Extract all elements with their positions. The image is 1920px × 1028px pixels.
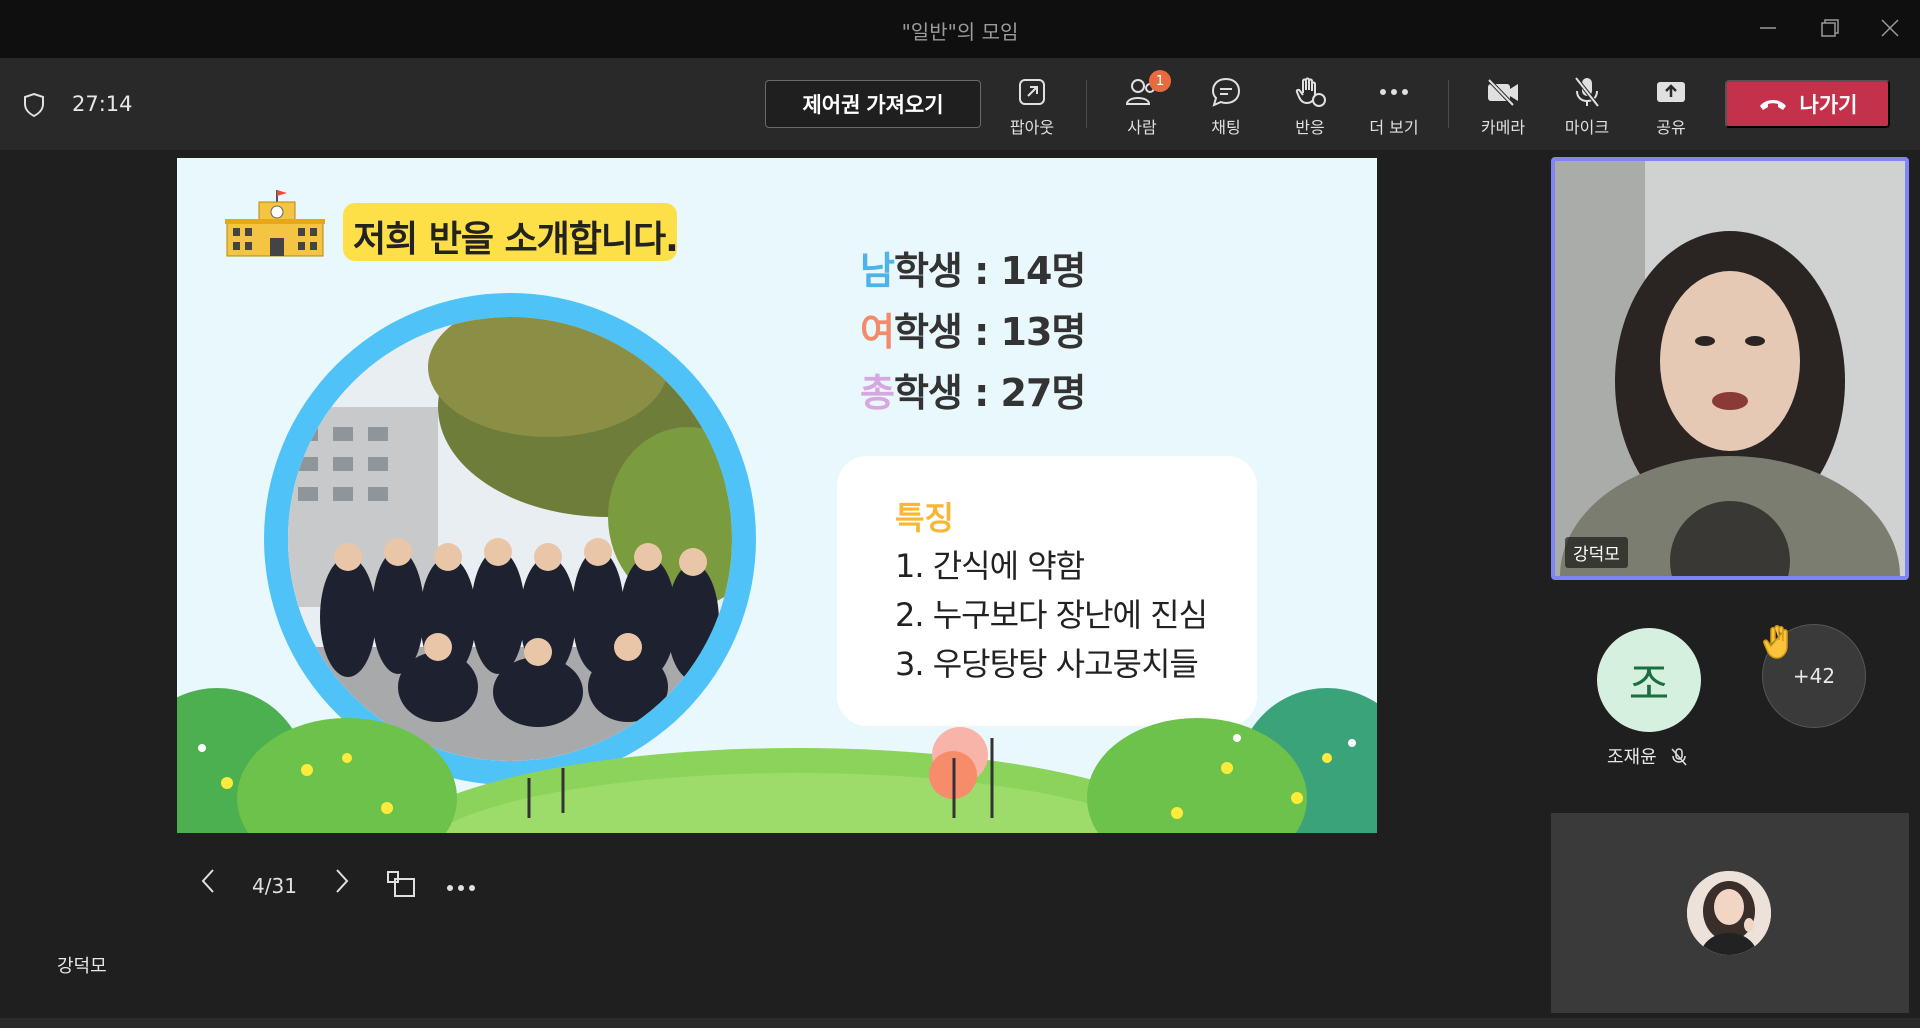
camera-off-icon — [1487, 78, 1518, 107]
people-badge: 1 — [1149, 70, 1171, 92]
restore-icon — [1821, 19, 1839, 37]
share-icon — [1657, 82, 1685, 102]
shared-slide: 저희 반을 소개합니다. 남학생 : 14명 여학생 : 13명 총학생 : 2… — [177, 158, 1377, 833]
chevron-left-icon — [201, 869, 214, 893]
slide-more-button[interactable] — [446, 878, 476, 897]
shield-icon — [24, 92, 44, 118]
raised-hand-icon — [1763, 625, 1788, 659]
mic-muted-icon — [1671, 748, 1687, 766]
toolbar-divider — [1086, 80, 1087, 128]
raise-hand-icon — [1295, 77, 1326, 107]
close-icon — [1881, 19, 1899, 37]
leave-button[interactable]: 나가기 — [1725, 80, 1890, 128]
close-button[interactable] — [1870, 10, 1910, 46]
self-avatar — [1687, 871, 1771, 955]
participant-name-text: 조재윤 — [1607, 747, 1657, 768]
mic-button[interactable]: 마이크 — [1547, 74, 1627, 138]
hang-up-icon — [1759, 100, 1786, 110]
share-button[interactable]: 공유 — [1631, 74, 1711, 138]
more-label: 더 보기 — [1369, 118, 1419, 137]
leave-label: 나가기 — [1799, 94, 1858, 117]
title-bar: "일반"의 모임 — [0, 0, 1920, 58]
mic-label: 마이크 — [1564, 118, 1610, 137]
window-title: "일반"의 모임 — [901, 20, 1019, 44]
toolbar-divider — [1448, 80, 1449, 128]
self-view-tile[interactable] — [1551, 813, 1909, 1013]
bottom-bar — [0, 1018, 1920, 1028]
chat-button[interactable]: 채팅 — [1186, 74, 1266, 138]
restore-button[interactable] — [1810, 10, 1850, 46]
more-icon — [1380, 89, 1408, 95]
popout-icon — [1019, 79, 1045, 105]
camera-label: 카메라 — [1480, 118, 1526, 137]
participant-video-frame — [1555, 161, 1905, 576]
participant-name: 조재윤 — [1607, 743, 1688, 769]
slide-grid-button[interactable] — [386, 870, 416, 902]
share-label: 공유 — [1656, 118, 1686, 137]
participant-avatar[interactable]: 조 — [1597, 628, 1701, 732]
next-slide-button[interactable] — [332, 866, 352, 900]
minimize-icon — [1760, 27, 1776, 29]
popout-label: 팝아웃 — [1009, 118, 1055, 137]
more-icon — [447, 885, 475, 891]
reactions-button[interactable]: 반응 — [1270, 74, 1350, 138]
chat-label: 채팅 — [1211, 118, 1241, 137]
take-control-button[interactable]: 제어권 가져오기 — [765, 80, 981, 128]
chat-icon — [1211, 77, 1241, 107]
people-button[interactable]: 1 사람 — [1102, 70, 1182, 138]
slide-page-number: 4/31 — [252, 874, 297, 898]
reactions-label: 반응 — [1295, 118, 1325, 137]
more-actions-button[interactable]: 더 보기 — [1354, 74, 1434, 138]
participant-name-tag: 강덕모 — [1565, 537, 1628, 568]
camera-button[interactable]: 카메라 — [1463, 74, 1543, 138]
participant-video[interactable]: 강덕모 — [1551, 157, 1909, 580]
people-label: 사람 — [1127, 118, 1157, 137]
chevron-right-icon — [336, 869, 349, 893]
popout-button[interactable]: 팝아웃 — [992, 74, 1072, 138]
minimize-button[interactable] — [1748, 10, 1788, 46]
presenter-name: 강덕모 — [57, 956, 107, 977]
previous-slide-button[interactable] — [198, 866, 218, 900]
meeting-timer: 27:14 — [72, 92, 133, 116]
slides-grid-icon — [387, 871, 415, 897]
mic-off-icon — [1574, 76, 1600, 108]
meeting-toolbar: 27:14 제어권 가져오기 팝아웃 1 사람 채팅 반응 더 보기 카메라 마… — [0, 58, 1920, 150]
slide-landscape — [177, 688, 1377, 833]
